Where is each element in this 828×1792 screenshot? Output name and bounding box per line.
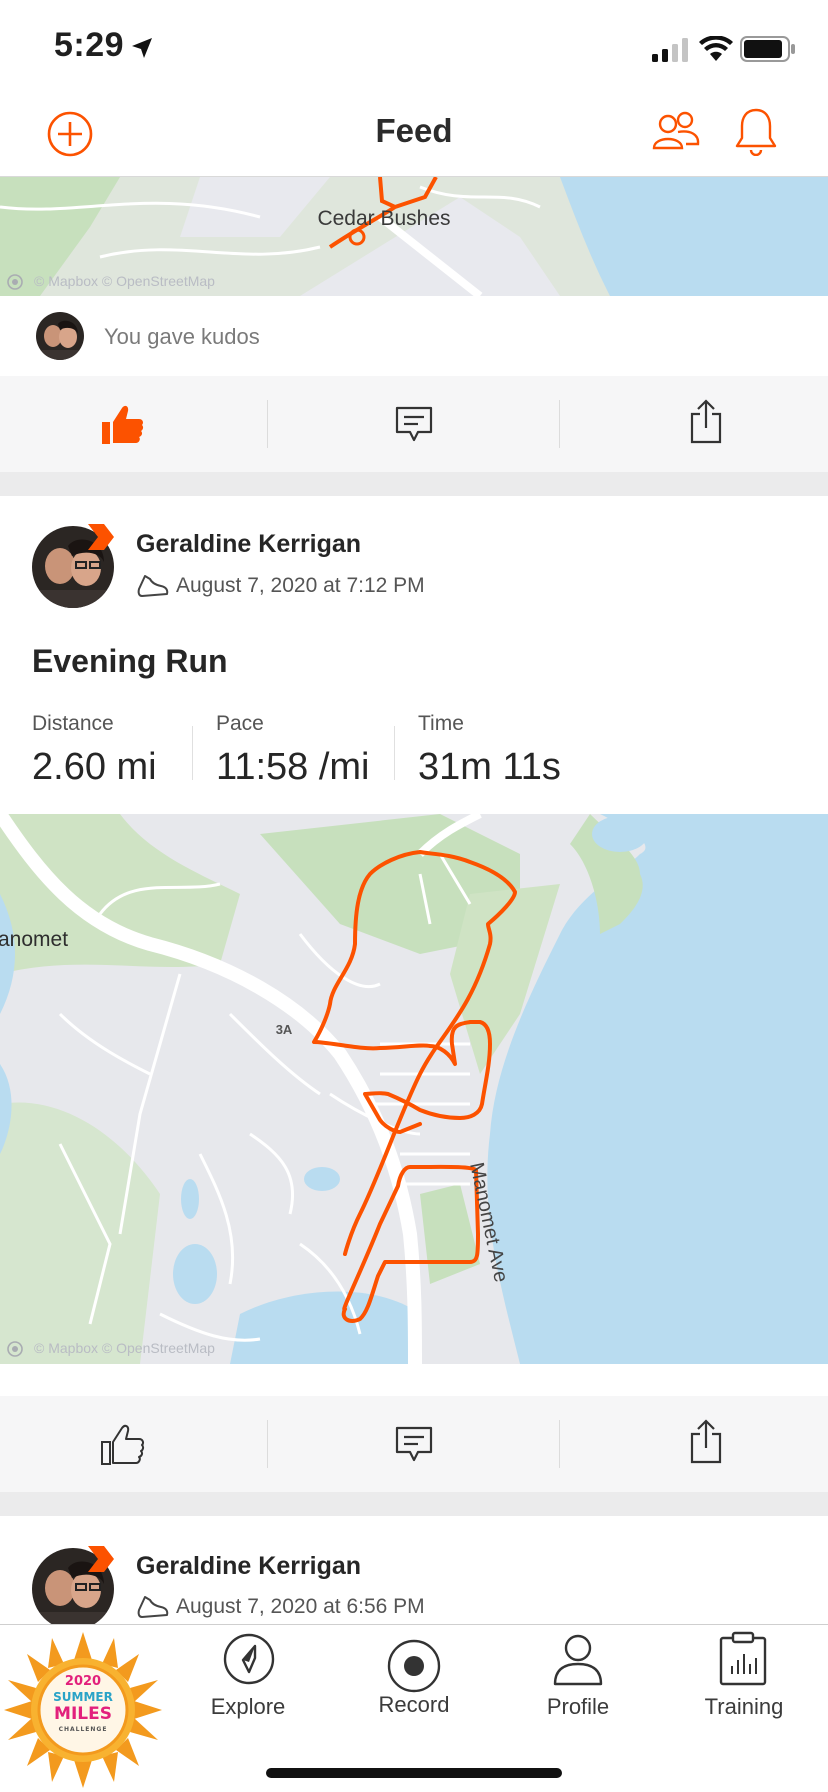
prev-activity-map[interactable]: Cedar Bushes © Mapbox © OpenStreetMap xyxy=(0,177,828,296)
action-divider xyxy=(267,400,268,448)
activity-map[interactable]: anomet 3A Manomet Ave © Mapbox © OpenStr… xyxy=(0,814,828,1364)
cellular-signal-icon xyxy=(652,38,688,62)
tab-training-label: Training xyxy=(704,1694,784,1719)
tab-record-label: Record xyxy=(378,1692,450,1717)
status-bar: 5:29 xyxy=(0,0,828,90)
action-divider xyxy=(559,1420,560,1468)
next-athlete-name[interactable]: Geraldine Kerrigan xyxy=(136,1552,361,1581)
profile-person-icon xyxy=(553,1634,603,1686)
activity-map-graphic: anomet 3A Manomet Ave xyxy=(0,814,828,1364)
next-activity-date: August 7, 2020 at 6:56 PM xyxy=(176,1595,425,1618)
athlete-name[interactable]: Geraldine Kerrigan xyxy=(136,530,361,559)
activity-action-bar xyxy=(0,1396,828,1492)
prev-action-bar xyxy=(0,376,828,472)
stat-pace-label: Pace xyxy=(216,712,264,735)
action-divider xyxy=(267,1420,268,1468)
action-divider xyxy=(559,400,560,448)
location-arrow-icon xyxy=(132,38,152,58)
stat-divider xyxy=(394,726,395,780)
battery-icon xyxy=(740,36,795,62)
tabbar-divider xyxy=(0,1624,828,1625)
kudos-filled-thumb-icon[interactable] xyxy=(98,400,146,448)
wifi-icon xyxy=(699,36,733,61)
tab-explore-label: Explore xyxy=(210,1694,286,1719)
map-attribution: © Mapbox © OpenStreetMap xyxy=(34,1340,215,1356)
stat-divider xyxy=(192,726,193,780)
tab-record[interactable]: Record xyxy=(344,1630,484,1740)
record-icon xyxy=(387,1639,441,1693)
kudos-thumb-icon[interactable] xyxy=(98,1420,146,1468)
badge-line3: CHALLENGE xyxy=(58,1726,108,1733)
kudos-avatar xyxy=(36,312,84,360)
share-icon[interactable] xyxy=(688,398,724,446)
stat-pace-value: 11:58 /mi xyxy=(216,746,370,788)
status-time: 5:29 xyxy=(54,26,125,64)
comment-icon[interactable] xyxy=(394,404,434,444)
map-place-label: anomet xyxy=(0,928,68,951)
page-title: Feed xyxy=(375,112,453,149)
subscriber-badge-icon xyxy=(88,1546,114,1572)
feed-separator xyxy=(0,472,828,496)
badge-year: 2020 xyxy=(64,1674,102,1689)
card-gap xyxy=(0,1364,828,1396)
kudos-text: You gave kudos xyxy=(104,324,260,349)
run-shoe-icon xyxy=(137,575,169,597)
badge-line1: SUMMER xyxy=(53,1690,113,1704)
tab-profile-label: Profile xyxy=(546,1694,610,1719)
stat-distance-value: 2.60 mi xyxy=(32,746,157,788)
subscriber-badge-icon xyxy=(88,524,114,550)
tab-profile[interactable]: Profile xyxy=(508,1630,648,1740)
tab-training[interactable]: Training xyxy=(674,1630,814,1740)
feed-separator xyxy=(0,1492,828,1516)
share-icon[interactable] xyxy=(688,1418,724,1466)
tab-explore[interactable]: Explore xyxy=(178,1630,318,1740)
prev-map-attribution: © Mapbox © OpenStreetMap xyxy=(34,273,215,289)
stat-distance-label: Distance xyxy=(32,712,114,735)
mapbox-logo-icon xyxy=(7,1341,23,1357)
stat-time-value: 31m 11s xyxy=(418,746,561,788)
prev-map-place-label: Cedar Bushes xyxy=(317,207,450,230)
mapbox-logo-icon xyxy=(7,274,23,290)
activity-title[interactable]: Evening Run xyxy=(32,643,228,680)
home-indicator[interactable] xyxy=(266,1768,562,1778)
challenge-badge[interactable]: 2020 SUMMER MILES CHALLENGE xyxy=(2,1630,164,1790)
training-clipboard-icon xyxy=(719,1631,767,1686)
activity-date: August 7, 2020 at 7:12 PM xyxy=(176,574,425,597)
explore-compass-icon xyxy=(223,1633,275,1685)
badge-line2: MILES xyxy=(54,1704,112,1724)
stat-time-label: Time xyxy=(418,712,464,735)
map-route-label: 3A xyxy=(276,1022,293,1037)
run-shoe-icon xyxy=(137,1596,169,1618)
stats-row: Distance 2.60 mi Pace 11:58 /mi Time 31m… xyxy=(0,710,828,790)
comment-icon[interactable] xyxy=(394,1424,434,1464)
